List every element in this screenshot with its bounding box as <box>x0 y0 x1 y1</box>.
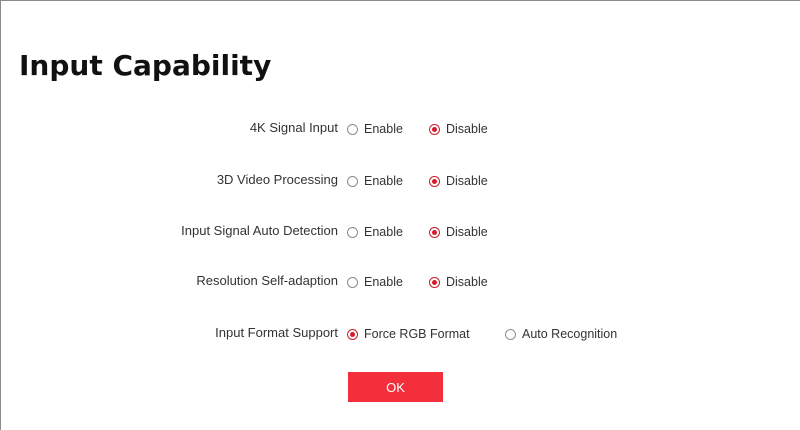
radio-disable[interactable]: Disable <box>429 119 488 139</box>
radio-label: Enable <box>364 174 403 188</box>
ok-button[interactable]: OK <box>348 372 443 402</box>
radio-label: Enable <box>364 122 403 136</box>
radio-enable[interactable]: Enable <box>347 222 403 242</box>
radio-label: Auto Recognition <box>522 327 618 341</box>
radio-disable[interactable]: Disable <box>429 272 488 292</box>
setting-row-input-signal-auto-detection: Input Signal Auto Detection Enable Disab… <box>1 222 800 242</box>
radio-unchecked-icon[interactable] <box>347 175 358 187</box>
page-title: Input Capability <box>19 49 272 82</box>
radio-unchecked-icon[interactable] <box>347 276 358 288</box>
radio-unchecked-icon[interactable] <box>505 328 516 340</box>
radio-label: Disable <box>446 122 488 136</box>
setting-label: Input Format Support <box>215 325 338 340</box>
radio-checked-icon[interactable] <box>429 175 440 187</box>
setting-row-input-format-support: Input Format Support Force RGB Format Au… <box>1 324 800 344</box>
radio-enable[interactable]: Enable <box>347 171 403 191</box>
radio-label: Disable <box>446 174 488 188</box>
setting-row-resolution-self-adaption: Resolution Self-adaption Enable Disable <box>1 272 800 292</box>
input-capability-panel: Input Capability 4K Signal Input Enable … <box>0 0 800 430</box>
radio-checked-icon[interactable] <box>429 123 440 135</box>
setting-row-3d-video-processing: 3D Video Processing Enable Disable <box>1 171 800 191</box>
setting-label: Resolution Self-adaption <box>196 273 338 288</box>
radio-label: Enable <box>364 225 403 239</box>
radio-unchecked-icon[interactable] <box>347 123 358 135</box>
radio-label: Disable <box>446 225 488 239</box>
setting-label: Input Signal Auto Detection <box>181 223 338 238</box>
radio-checked-icon[interactable] <box>429 276 440 288</box>
radio-label: Disable <box>446 275 488 289</box>
radio-enable[interactable]: Enable <box>347 272 403 292</box>
radio-force-rgb-format[interactable]: Force RGB Format <box>347 324 470 344</box>
radio-disable[interactable]: Disable <box>429 222 488 242</box>
radio-checked-icon[interactable] <box>347 328 358 340</box>
radio-auto-recognition[interactable]: Auto Recognition <box>505 324 617 344</box>
radio-disable[interactable]: Disable <box>429 171 488 191</box>
radio-label: Enable <box>364 275 403 289</box>
radio-checked-icon[interactable] <box>429 226 440 238</box>
setting-label: 4K Signal Input <box>249 120 338 135</box>
radio-unchecked-icon[interactable] <box>347 226 358 238</box>
radio-label: Force RGB Format <box>364 327 470 341</box>
setting-row-4k-signal-input: 4K Signal Input Enable Disable <box>1 119 800 139</box>
radio-enable[interactable]: Enable <box>347 119 403 139</box>
setting-label: 3D Video Processing <box>216 172 338 187</box>
